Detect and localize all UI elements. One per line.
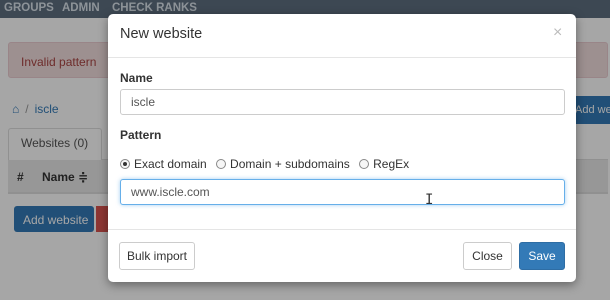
bulk-import-button[interactable]: Bulk import [119, 242, 195, 270]
save-button[interactable]: Save [519, 242, 565, 270]
radio-label: Exact domain [134, 157, 207, 171]
radio-checked-icon[interactable] [120, 159, 130, 169]
radio-unchecked-icon[interactable] [216, 159, 227, 169]
modal-footer-divider [108, 229, 576, 230]
modal-header: New website × [108, 14, 576, 58]
radio-label: Domain + subdomains [230, 157, 350, 171]
pattern-label: Pattern [120, 128, 162, 142]
text-cursor-icon: I [425, 192, 434, 208]
close-button[interactable]: Close [463, 242, 512, 270]
radio-label: RegEx [373, 157, 410, 171]
close-icon[interactable]: × [553, 24, 562, 42]
modal-title: New website [120, 26, 203, 42]
new-website-modal: New website × Name Pattern Exact domain … [108, 14, 576, 282]
pattern-input[interactable] [120, 179, 565, 205]
radio-domain-subdomains[interactable]: Domain + subdomains [216, 157, 350, 171]
radio-regex[interactable]: RegEx [359, 157, 409, 171]
name-input[interactable] [120, 89, 565, 115]
radio-unchecked-icon[interactable] [359, 159, 370, 169]
radio-exact-domain[interactable]: Exact domain [120, 157, 207, 171]
pattern-radio-group: Exact domain Domain + subdomains RegEx [120, 157, 415, 172]
name-label: Name [120, 71, 153, 85]
